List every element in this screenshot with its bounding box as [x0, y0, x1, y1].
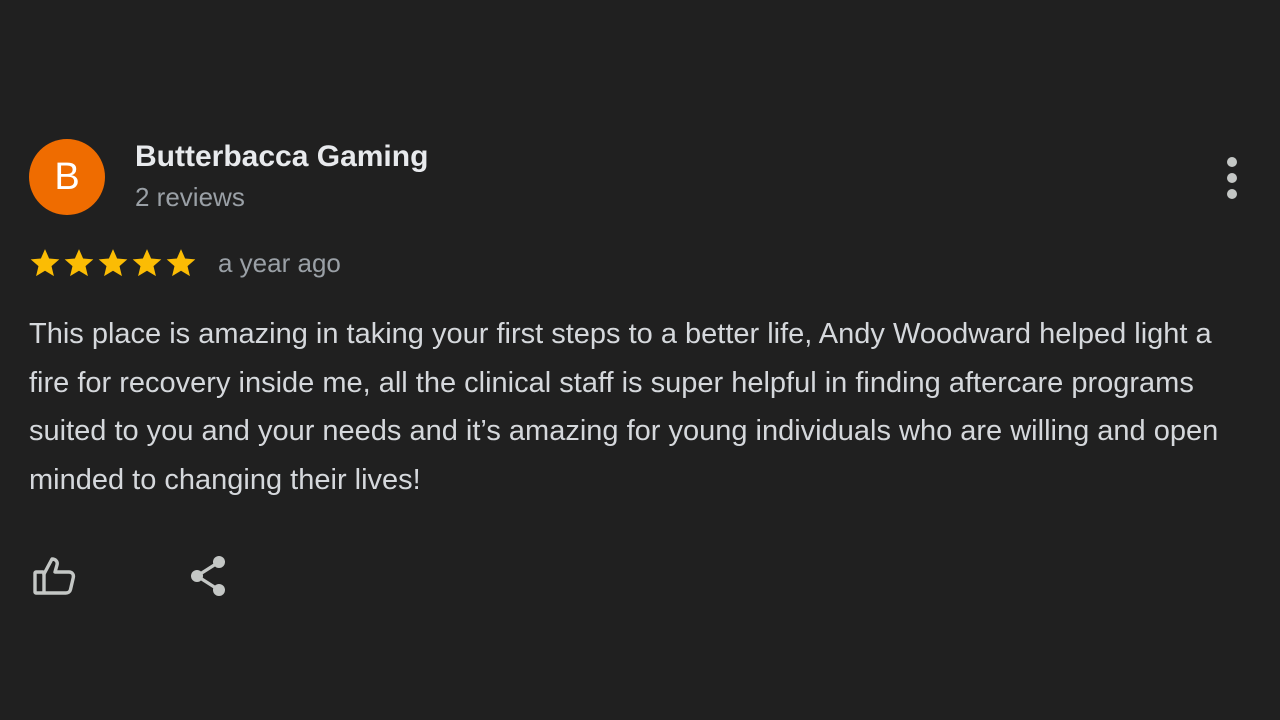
share-button[interactable] — [180, 548, 236, 604]
author-name[interactable]: Butterbacca Gaming — [135, 140, 428, 174]
author-review-count: 2 reviews — [135, 182, 245, 212]
more-options-button[interactable] — [1212, 150, 1252, 206]
star-icon — [98, 249, 128, 277]
review-date: a year ago — [218, 247, 341, 278]
avatar-initial: B — [54, 155, 80, 198]
star-rating — [28, 246, 198, 280]
more-vertical-icon — [1227, 157, 1237, 199]
share-icon — [191, 556, 225, 596]
avatar[interactable]: B — [29, 139, 105, 215]
star-icon — [132, 249, 162, 277]
star-icon — [30, 249, 60, 277]
star-icon — [64, 249, 94, 277]
rating-row: a year ago — [28, 244, 341, 282]
star-icon — [166, 249, 196, 277]
thumb-up-icon — [33, 557, 76, 595]
review-text: This place is amazing in taking your fir… — [29, 318, 1219, 496]
like-button[interactable] — [26, 548, 82, 604]
review-card: B Butterbacca Gaming 2 reviews a year ag… — [0, 0, 1280, 720]
